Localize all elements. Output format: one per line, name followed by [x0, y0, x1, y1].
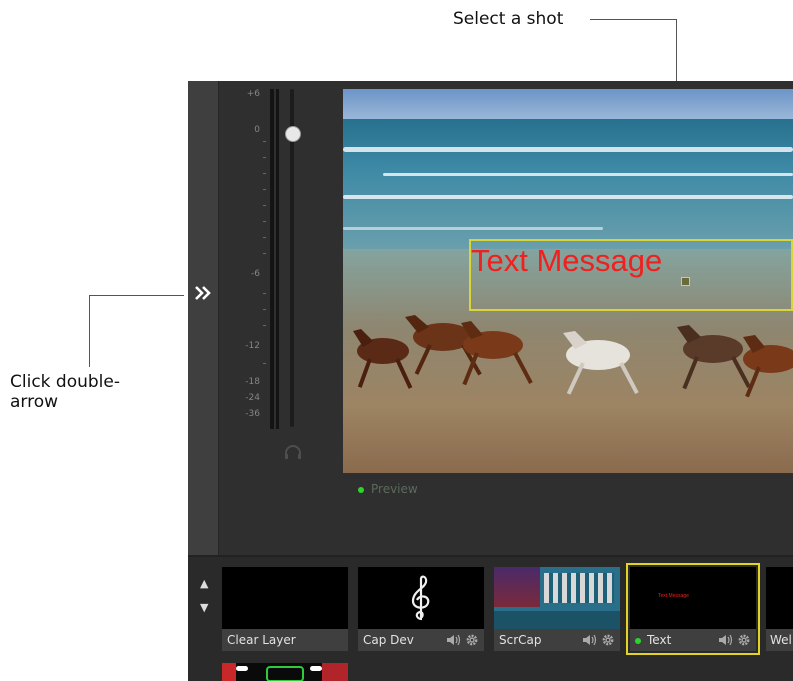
shot-label-bar: Clear Layer — [222, 629, 348, 651]
shot-thumbnail — [222, 567, 348, 629]
shot-thumbnail: Text Message — [630, 567, 756, 629]
speaker-icon[interactable] — [446, 634, 462, 646]
meter-label: +6 — [246, 89, 260, 99]
shot-clear-layer[interactable]: Clear Layer — [222, 567, 348, 651]
preview-status: Preview — [358, 482, 418, 496]
shot-wel[interactable]: Wel — [766, 567, 793, 651]
shot-text[interactable]: Text Message Text — [626, 563, 760, 655]
meter-label: -36 — [245, 409, 260, 419]
shot-thumbnail — [766, 567, 793, 629]
shot-label: Cap Dev — [363, 633, 414, 647]
overlay-text: Text Message — [471, 243, 663, 278]
audio-meter: +6 0 -6 -12 -18 -24 -36 — [228, 81, 308, 481]
shot-label-bar: Cap Dev — [358, 629, 484, 651]
live-dot-icon — [635, 637, 641, 644]
gear-icon[interactable] — [465, 633, 479, 647]
desktop-screenshot-image — [494, 567, 540, 607]
live-dot-icon — [358, 486, 364, 493]
gear-icon[interactable] — [737, 633, 751, 647]
shot-thumbnail — [494, 567, 620, 629]
shot-thumbnail — [358, 567, 484, 629]
preview-label: Preview — [371, 482, 418, 496]
switcher-window: +6 0 -6 -12 -18 -24 -36 Text Message Pre… — [188, 81, 793, 681]
callout-line — [590, 19, 677, 20]
shot-label: Wel — [770, 633, 792, 647]
meter-label: 0 — [254, 125, 260, 135]
triangle-up-icon[interactable]: ▲ — [200, 577, 208, 590]
expand-panel-button[interactable] — [188, 278, 218, 308]
speaker-icon[interactable] — [582, 634, 598, 646]
meter-label: -18 — [245, 377, 260, 387]
video-frame-sky — [343, 89, 793, 119]
click-double-arrow-callout: Click double- arrow — [10, 372, 120, 412]
resize-handle[interactable] — [681, 277, 690, 286]
preview-monitor[interactable]: Text Message — [343, 89, 793, 473]
volume-fader-knob[interactable] — [285, 126, 301, 142]
callout-line — [89, 295, 184, 296]
meter-label: -6 — [251, 269, 260, 279]
shot-label-bar: Text — [630, 629, 756, 651]
treble-clef-icon — [411, 575, 430, 621]
shot-scrcap[interactable]: ScrCap — [494, 567, 620, 651]
level-bar-left — [270, 89, 274, 429]
select-shot-callout: Select a shot — [453, 9, 564, 29]
shot-cap-dev[interactable]: Cap Dev — [358, 567, 484, 651]
shot-thumbnail — [222, 663, 348, 681]
shot-label-bar: ScrCap — [494, 629, 620, 651]
callout-line-2: arrow — [10, 392, 59, 412]
level-bar-right — [276, 89, 279, 429]
shot-label-bar: Wel — [766, 629, 793, 651]
shot-label: ScrCap — [499, 633, 542, 647]
double-chevron-right-icon — [195, 286, 211, 300]
shot-partial[interactable] — [222, 663, 348, 681]
shot-label: Text — [647, 633, 672, 647]
shot-mini-text: Text Message — [658, 593, 689, 599]
gear-icon[interactable] — [601, 633, 615, 647]
shot-label: Clear Layer — [227, 633, 296, 647]
callout-line — [89, 295, 90, 367]
meter-label: -12 — [245, 341, 260, 351]
shot-strip: ▲ ▼ Clear Layer Cap Dev ScrCap Text Mess… — [188, 557, 793, 681]
speaker-icon[interactable] — [718, 634, 734, 646]
headphones-icon[interactable] — [284, 444, 302, 464]
meter-label: -24 — [245, 393, 260, 403]
horses-image — [353, 315, 793, 398]
triangle-down-icon[interactable]: ▼ — [200, 601, 208, 614]
callout-line-1: Click double- — [10, 372, 120, 392]
